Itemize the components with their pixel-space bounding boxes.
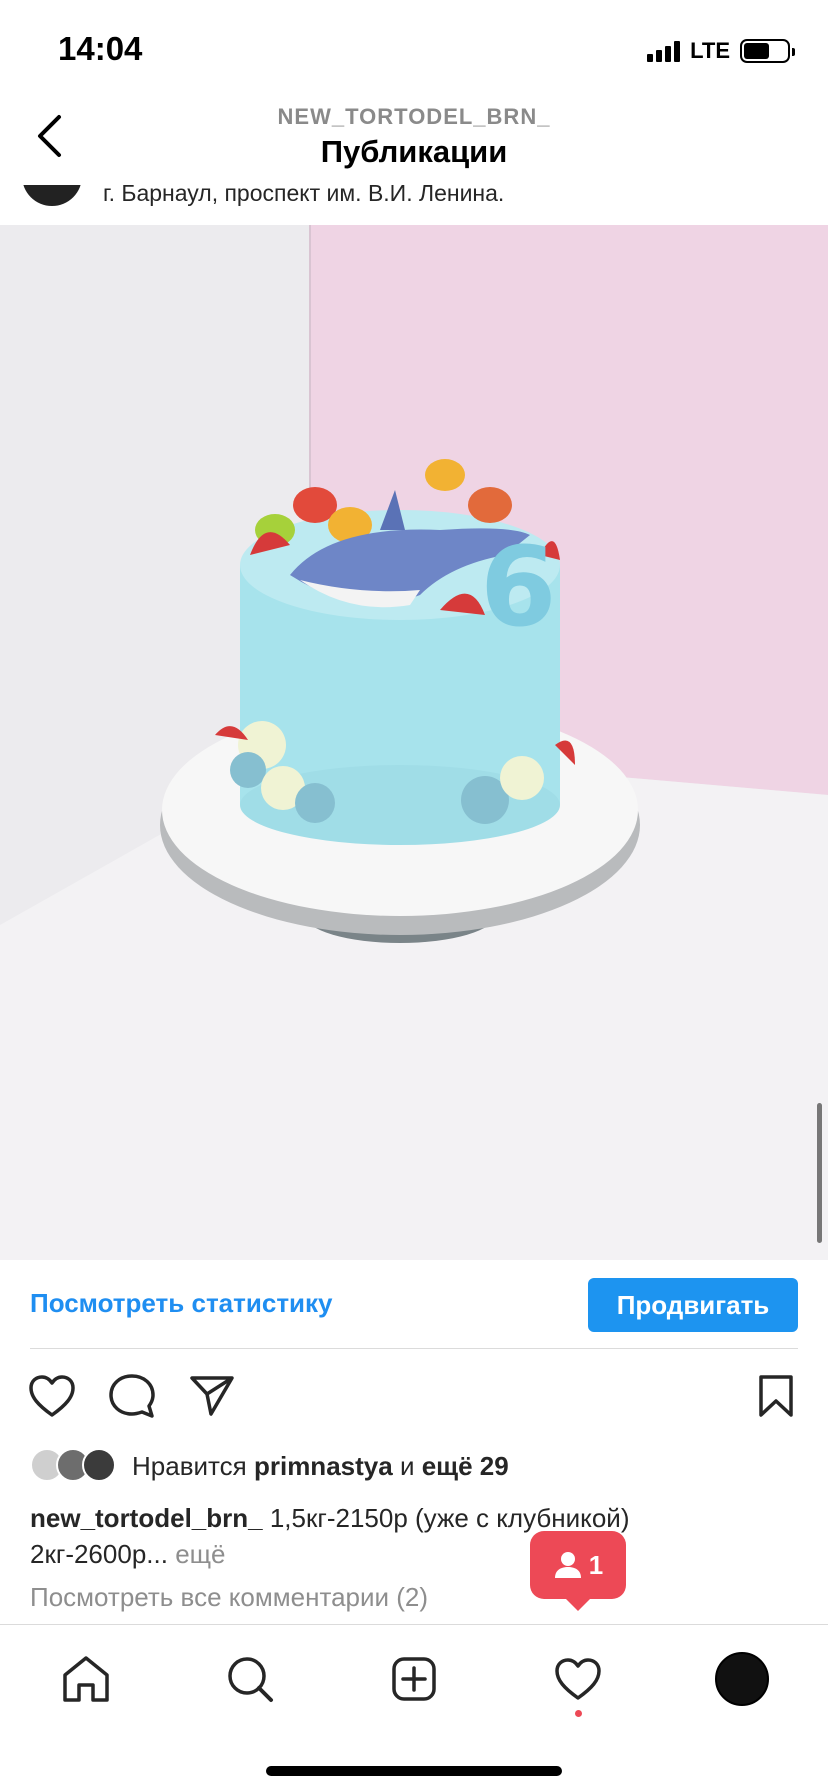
tab-bar (0, 1624, 828, 1792)
action-bar (0, 1370, 828, 1430)
likes-others[interactable]: ещё 29 (422, 1451, 509, 1481)
likes-joiner: и (399, 1450, 415, 1481)
save-button[interactable] (750, 1370, 802, 1422)
cake-number: 6 (480, 523, 557, 651)
bookmark-icon (759, 1375, 793, 1417)
caption-line2: 2кг-2600р... (30, 1539, 168, 1569)
share-button[interactable] (186, 1370, 238, 1422)
divider (30, 1348, 798, 1349)
insights-row: Посмотреть статистику Продвигать (0, 1260, 828, 1350)
cake-photo: 6 (0, 225, 828, 1260)
heart-icon (555, 1658, 601, 1700)
tab-profile[interactable] (712, 1649, 772, 1709)
promote-button[interactable]: Продвигать (588, 1278, 798, 1332)
likes-text: Нравится primnastya и ещё 29 (132, 1451, 509, 1482)
notification-count: 1 (588, 1549, 604, 1580)
tab-home[interactable] (56, 1649, 116, 1709)
comment-button[interactable] (106, 1370, 158, 1422)
home-indicator[interactable] (266, 1766, 562, 1776)
post-caption: new_tortodel_brn_ 1,5кг-2150р (уже с клу… (30, 1500, 800, 1572)
likes-row[interactable]: Нравится primnastya и ещё 29 (30, 1446, 509, 1486)
likes-user[interactable]: primnastya (254, 1451, 393, 1481)
follower-notification-badge[interactable]: 1 (530, 1531, 626, 1611)
likes-prefix: Нравится (132, 1450, 247, 1481)
tab-search[interactable] (220, 1649, 280, 1709)
avatar (82, 1448, 116, 1482)
battery-icon (740, 39, 795, 63)
avatar (715, 1652, 769, 1706)
liker-avatars (30, 1448, 120, 1484)
account-name: NEW_TORTODEL_BRN_ (277, 104, 551, 129)
nav-header: NEW_TORTODEL_BRN_ Публикации (0, 100, 828, 185)
post-photo[interactable]: 6 (0, 225, 828, 1260)
scrollbar[interactable] (817, 1103, 822, 1243)
status-bar: 14:04 LTE (0, 0, 828, 100)
status-time: 14:04 (58, 30, 143, 67)
home-icon (63, 1656, 109, 1702)
view-comments-link[interactable]: Посмотреть все комментарии (2) (30, 1582, 428, 1613)
search-icon (228, 1657, 273, 1702)
status-indicators: LTE (647, 38, 795, 64)
person-icon (554, 1552, 581, 1578)
activity-dot (575, 1710, 582, 1717)
signal-icon (647, 40, 681, 62)
network-label: LTE (690, 38, 730, 63)
caption-username[interactable]: new_tortodel_brn_ (30, 1503, 263, 1533)
like-button[interactable] (26, 1370, 78, 1422)
caption-line1: 1,5кг-2150р (уже с клубникой) (269, 1503, 630, 1533)
tab-create[interactable] (384, 1649, 444, 1709)
caption-more-link[interactable]: ещё (175, 1539, 225, 1569)
comment-icon (109, 1374, 155, 1418)
view-insights-link[interactable]: Посмотреть статистику (30, 1288, 333, 1319)
tab-activity[interactable] (548, 1649, 608, 1709)
add-post-icon (392, 1657, 436, 1701)
send-icon (190, 1376, 234, 1416)
heart-icon (29, 1375, 75, 1417)
page-title: Публикации (320, 134, 508, 169)
